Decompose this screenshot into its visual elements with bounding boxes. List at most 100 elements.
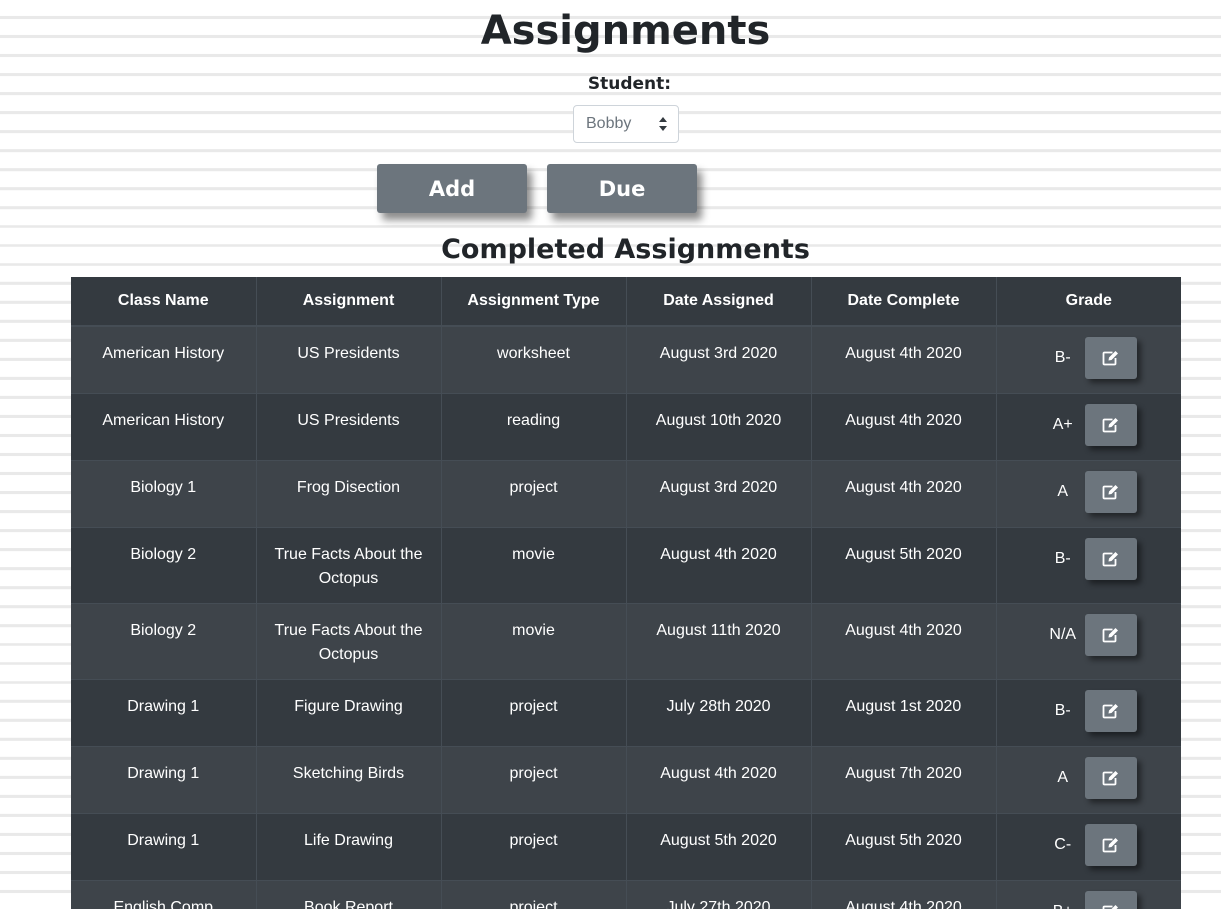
cell-date-assigned: July 28th 2020 xyxy=(625,678,811,746)
cell-date-assigned: August 3rd 2020 xyxy=(625,325,811,393)
cell-class-name: Drawing 1 xyxy=(71,812,256,880)
edit-grade-button[interactable] xyxy=(1084,613,1137,656)
cell-date-assigned: August 3rd 2020 xyxy=(625,459,811,527)
grade-value: A+ xyxy=(1052,415,1073,433)
edit-grade-button[interactable] xyxy=(1084,537,1137,580)
cell-grade: A xyxy=(995,745,1181,813)
cell-grade: C- xyxy=(995,812,1181,880)
grade-cell-content: A xyxy=(1003,470,1176,513)
cell-assignment-type: worksheet xyxy=(440,325,626,393)
cell-grade: A+ xyxy=(995,392,1181,460)
grade-cell-content: A xyxy=(1003,756,1176,799)
section-title: Completed Assignments xyxy=(441,234,810,265)
student-select-value: Bobby xyxy=(586,115,632,132)
cell-grade: A xyxy=(995,459,1181,527)
cell-class-name: Drawing 1 xyxy=(71,678,256,746)
edit-icon xyxy=(1102,837,1120,853)
grade-value: B- xyxy=(1054,549,1071,567)
column-header-date-complete: Date Complete xyxy=(810,277,996,327)
grade-cell-content: A+ xyxy=(1003,403,1176,446)
grade-cell-content: C- xyxy=(1003,823,1176,866)
edit-icon xyxy=(1102,904,1120,909)
cell-date-assigned: July 27th 2020 xyxy=(625,879,811,909)
student-select[interactable]: Bobby xyxy=(573,105,679,143)
cell-assignment-type: project xyxy=(440,879,626,909)
table-row: American History US Presidents reading Augu… xyxy=(71,392,1181,460)
student-label: Student: xyxy=(587,74,672,94)
cell-date-assigned: August 10th 2020 xyxy=(625,392,811,460)
cell-class-name: American History xyxy=(71,325,256,393)
cell-assignment: True Facts About the Octopus xyxy=(255,602,441,679)
edit-icon xyxy=(1102,627,1120,643)
edit-icon xyxy=(1102,417,1120,433)
grade-cell-content: B- xyxy=(1003,537,1176,580)
edit-icon xyxy=(1102,551,1120,567)
table-row: Drawing 1 Figure Drawing project July 28th … xyxy=(71,678,1181,746)
cell-class-name: American History xyxy=(71,392,256,460)
grade-value: N/A xyxy=(1049,625,1077,643)
cell-date-complete: August 4th 2020 xyxy=(810,392,996,460)
cell-class-name: Drawing 1 xyxy=(71,745,256,813)
cell-assignment-type: project xyxy=(440,459,626,527)
cell-assignment: Frog Disection xyxy=(255,459,441,527)
cell-class-name: Biology 1 xyxy=(71,459,256,527)
cell-grade: N/A xyxy=(995,602,1181,679)
table-row: Biology 2 True Facts About the Octopus mov… xyxy=(71,526,1181,603)
cell-grade: B- xyxy=(995,526,1181,603)
cell-date-complete: August 4th 2020 xyxy=(810,459,996,527)
grade-value: A xyxy=(1057,482,1069,500)
cell-assignment-type: project xyxy=(440,678,626,746)
column-header-class-name: Class Name xyxy=(71,277,256,327)
cell-date-assigned: August 4th 2020 xyxy=(625,745,811,813)
column-header-date-assigned: Date Assigned xyxy=(625,277,811,327)
grade-value: B+ xyxy=(1041,900,1085,909)
cell-class-name: English Comp xyxy=(71,879,256,909)
grade-cell-content: B+ xyxy=(1003,890,1176,909)
column-header-assignment: Assignment xyxy=(255,277,441,327)
grade-value: B- xyxy=(1054,349,1071,366)
table-row: Biology 2 True Facts About the Octopus mov… xyxy=(71,602,1181,679)
cell-class-name: Biology 2 xyxy=(71,602,256,679)
completed-assignments-table: Class Name Assignment Assignment Type Da… xyxy=(71,277,1181,909)
cell-class-name: Biology 2 xyxy=(71,526,256,603)
due-button[interactable]: Due xyxy=(547,164,697,213)
edit-grade-button[interactable] xyxy=(1084,823,1137,866)
column-header-assignment-type: Assignment Type xyxy=(440,277,626,327)
cell-date-assigned: August 4th 2020 xyxy=(625,526,811,603)
table-row: Drawing 1 Life Drawing project August 5th 2… xyxy=(71,812,1181,880)
table-row: Drawing 1 Sketching Birds project August 4t… xyxy=(71,745,1181,813)
cell-grade: B- xyxy=(995,325,1181,393)
column-header-grade: Grade xyxy=(995,277,1181,327)
edit-icon xyxy=(1102,770,1120,786)
table-header-row: Class Name Assignment Assignment Type Da… xyxy=(71,277,1181,327)
cell-date-complete: August 4th 2020 xyxy=(810,602,996,679)
cell-date-complete: August 5th 2020 xyxy=(810,812,996,880)
grade-cell-content: N/A xyxy=(1003,613,1176,656)
cell-assignment: Book Report xyxy=(255,879,441,909)
cell-grade: B- xyxy=(995,678,1181,746)
edit-icon xyxy=(1102,703,1120,719)
cell-date-assigned: August 11th 2020 xyxy=(625,602,811,679)
edit-grade-button[interactable] xyxy=(1084,403,1137,446)
edit-grade-button[interactable] xyxy=(1084,689,1137,732)
cell-assignment: US Presidents xyxy=(255,325,441,393)
grade-cell-content: B- xyxy=(1003,337,1176,379)
grade-cell-content: B- xyxy=(1003,689,1176,732)
cell-date-complete: August 4th 2020 xyxy=(810,879,996,909)
cell-date-complete: August 4th 2020 xyxy=(810,325,996,393)
select-arrows-icon xyxy=(659,117,667,131)
edit-grade-button[interactable] xyxy=(1084,470,1137,513)
cell-assignment: Sketching Birds xyxy=(255,745,441,813)
cell-assignment-type: project xyxy=(440,745,626,813)
add-button[interactable]: Add xyxy=(377,164,527,213)
cell-assignment: Life Drawing xyxy=(255,812,441,880)
edit-grade-button[interactable] xyxy=(1084,890,1137,909)
table-row: American History US Presidents worksheet Au… xyxy=(71,325,1181,393)
cell-grade: B+ xyxy=(995,879,1181,909)
cell-assignment-type: movie xyxy=(440,602,626,679)
grade-value: C- xyxy=(1054,835,1072,853)
edit-grade-button[interactable] xyxy=(1084,756,1137,799)
edit-grade-button[interactable] xyxy=(1084,337,1137,379)
grade-value: B- xyxy=(1054,701,1071,719)
table-row: Biology 1 Frog Disection project August 3rd… xyxy=(71,459,1181,527)
